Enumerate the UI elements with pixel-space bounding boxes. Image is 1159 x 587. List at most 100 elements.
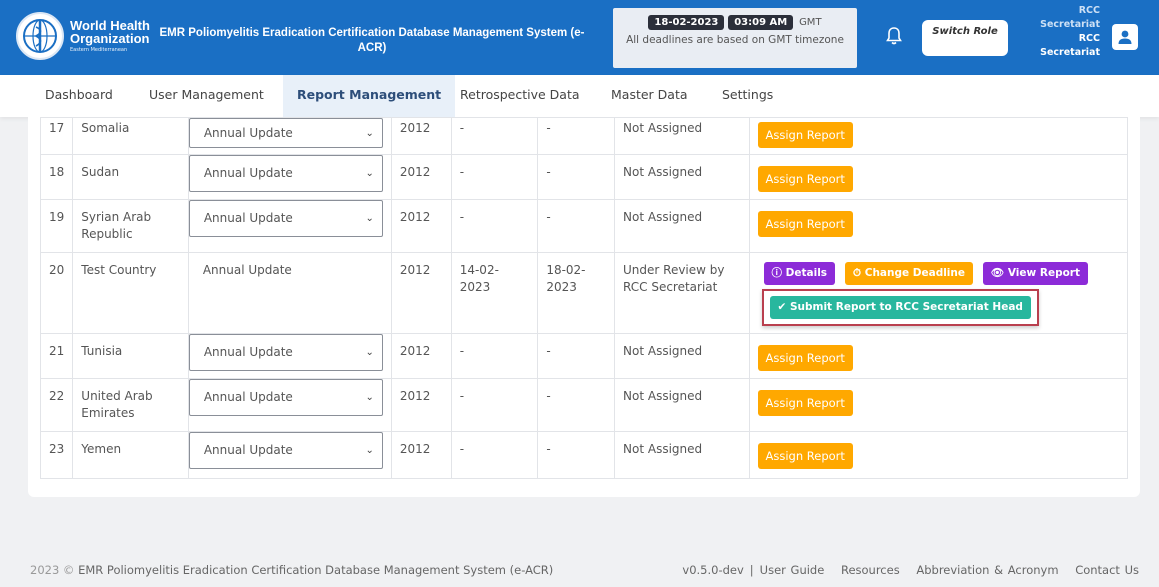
- actions-cell: ⓘ Details ⏱ Change Deadline 👁 View Repor…: [748, 252, 1128, 334]
- footer-link-abbreviation[interactable]: Abbreviation & Acronym: [916, 563, 1058, 577]
- report-type-select[interactable]: Annual Update ⌄: [188, 379, 383, 416]
- deadline-date: -: [537, 333, 616, 379]
- nav-dashboard[interactable]: Dashboard: [45, 75, 113, 117]
- chevron-down-icon: ⌄: [365, 445, 374, 456]
- start-date: -: [450, 333, 539, 379]
- report-type-select[interactable]: Annual Update ⌄: [188, 118, 383, 148]
- report-type-cell: Annual Update ⌄: [187, 333, 392, 379]
- row-number: 20: [39, 252, 74, 334]
- details-button[interactable]: ⓘ Details: [763, 262, 836, 285]
- deadline-date: -: [537, 117, 616, 155]
- country-name: United Arab Emirates: [72, 378, 189, 432]
- year: 2012: [390, 431, 452, 479]
- row-number: 18: [39, 154, 74, 200]
- assign-report-button[interactable]: Assign Report: [757, 345, 853, 371]
- nav-settings[interactable]: Settings: [722, 75, 773, 117]
- status: Not Assigned: [614, 333, 750, 379]
- copyright-year: 2023 ©: [30, 563, 75, 577]
- status: Not Assigned: [614, 199, 750, 253]
- user-role-title: RCC Secretariat: [1040, 5, 1100, 30]
- assign-report-button[interactable]: Assign Report: [757, 166, 853, 192]
- table-row: 20 Test Country Annual Update 2012 14-02…: [39, 252, 1128, 334]
- row-number: 22: [39, 378, 74, 432]
- org-region: Eastern Mediterranean: [70, 47, 128, 54]
- report-type-value: Annual Update: [203, 166, 293, 180]
- footer-link-resources[interactable]: Resources: [841, 563, 900, 577]
- current-date: 18-02-2023: [648, 15, 725, 30]
- nav-user-management[interactable]: User Management: [149, 75, 264, 117]
- submit-to-head-button[interactable]: ✔ Submit Report to RCC Secretariat Head: [769, 296, 1031, 319]
- user-role-name: RCC Secretariat: [1040, 33, 1100, 58]
- country-name: Sudan: [72, 154, 189, 200]
- report-type-value: Annual Update: [203, 125, 293, 140]
- report-table: 17 Somalia Annual Update ⌄ 2012 - - Not …: [39, 117, 1128, 479]
- timezone-label: GMT: [799, 17, 822, 28]
- country-name: Yemen: [72, 431, 189, 479]
- footer-link-contact-us[interactable]: Contact Us: [1075, 563, 1139, 577]
- year: 2012: [390, 333, 452, 379]
- deadline-date: -: [537, 199, 616, 253]
- report-type-select[interactable]: Annual Update ⌄: [188, 334, 383, 371]
- assign-report-button[interactable]: Assign Report: [757, 390, 853, 416]
- assign-report-button[interactable]: Assign Report: [757, 211, 853, 237]
- main-nav: Dashboard User Management Report Managem…: [0, 75, 1159, 117]
- view-report-button[interactable]: 👁 View Report: [982, 262, 1088, 285]
- report-type-value: Annual Update: [203, 443, 293, 457]
- country-name: Syrian Arab Republic: [72, 199, 189, 253]
- top-header: World Health Organization Eastern Medite…: [0, 0, 1159, 75]
- highlight-box: ✔ Submit Report to RCC Secretariat Head: [761, 289, 1039, 326]
- chevron-down-icon: ⌄: [365, 347, 374, 358]
- report-type-cell: Annual Update ⌄: [187, 199, 392, 253]
- chevron-down-icon: ⌄: [365, 213, 374, 224]
- switch-role-button[interactable]: Switch Role: [922, 20, 1008, 56]
- footer-link-user-guide[interactable]: User Guide: [760, 563, 825, 577]
- chevron-down-icon: ⌄: [365, 392, 374, 403]
- assign-report-button[interactable]: Assign Report: [757, 443, 853, 469]
- start-date: -: [450, 154, 539, 200]
- deadline-date: -: [537, 378, 616, 432]
- user-avatar-icon[interactable]: [1112, 24, 1138, 50]
- status: Under Review by RCC Secretariat: [614, 252, 750, 334]
- table-row: 23 Yemen Annual Update ⌄ 2012 - - Not As…: [39, 431, 1128, 479]
- status: Not Assigned: [614, 378, 750, 432]
- actions-cell: Assign Report: [748, 154, 1128, 200]
- start-date: -: [450, 117, 539, 155]
- chevron-down-icon: ⌄: [365, 168, 374, 179]
- report-type-cell: Annual Update ⌄: [187, 117, 392, 155]
- country-name: Somalia: [72, 117, 189, 155]
- footer-system-name: EMR Poliomyelitis Eradication Certificat…: [78, 563, 554, 577]
- status: Not Assigned: [614, 431, 750, 479]
- actions-cell: Assign Report: [748, 117, 1128, 155]
- deadline-note: All deadlines are based on GMT timezone: [626, 34, 844, 46]
- row-number: 17: [39, 117, 74, 155]
- current-time: 03:09 AM: [728, 15, 794, 30]
- nav-master-data[interactable]: Master Data: [611, 75, 688, 117]
- table-row: 18 Sudan Annual Update ⌄ 2012 - - Not As…: [39, 154, 1128, 200]
- submit-to-head-label: Submit Report to RCC Secretariat Head: [789, 301, 1023, 313]
- chevron-down-icon: ⌄: [365, 127, 374, 139]
- country-name: Tunisia: [72, 333, 189, 379]
- status: Not Assigned: [614, 154, 750, 200]
- notification-bell-icon[interactable]: [886, 26, 902, 49]
- who-logo[interactable]: World Health Organization Eastern Medite…: [16, 12, 150, 60]
- report-type: Annual Update: [187, 252, 392, 334]
- report-type-select[interactable]: Annual Update ⌄: [188, 200, 383, 237]
- footer-copyright: 2023 © EMR Poliomyelitis Eradication Cer…: [30, 563, 553, 577]
- report-type-select[interactable]: Annual Update ⌄: [188, 155, 383, 192]
- stopwatch-icon: ⏱: [852, 267, 862, 279]
- table-row: 19 Syrian Arab Republic Annual Update ⌄ …: [39, 199, 1128, 253]
- deadline-date: -: [537, 154, 616, 200]
- start-date: -: [450, 378, 539, 432]
- actions-cell: Assign Report: [748, 378, 1128, 432]
- deadline-date: 18-02-2023: [537, 252, 616, 334]
- report-type-value: Annual Update: [203, 345, 293, 359]
- report-type-select[interactable]: Annual Update ⌄: [188, 432, 383, 469]
- gmt-clock: 18-02-2023 03:09 AM GMT All deadlines ar…: [613, 8, 857, 68]
- app-title: EMR Poliomyelitis Eradication Certificat…: [159, 27, 585, 54]
- change-deadline-button[interactable]: ⏱ Change Deadline: [844, 262, 974, 285]
- assign-report-button[interactable]: Assign Report: [757, 122, 853, 148]
- info-icon: ⓘ: [771, 267, 783, 279]
- version-label: v0.5.0-dev: [682, 563, 744, 577]
- nav-report-management[interactable]: Report Management: [283, 75, 456, 117]
- nav-retrospective-data[interactable]: Retrospective Data: [460, 75, 580, 117]
